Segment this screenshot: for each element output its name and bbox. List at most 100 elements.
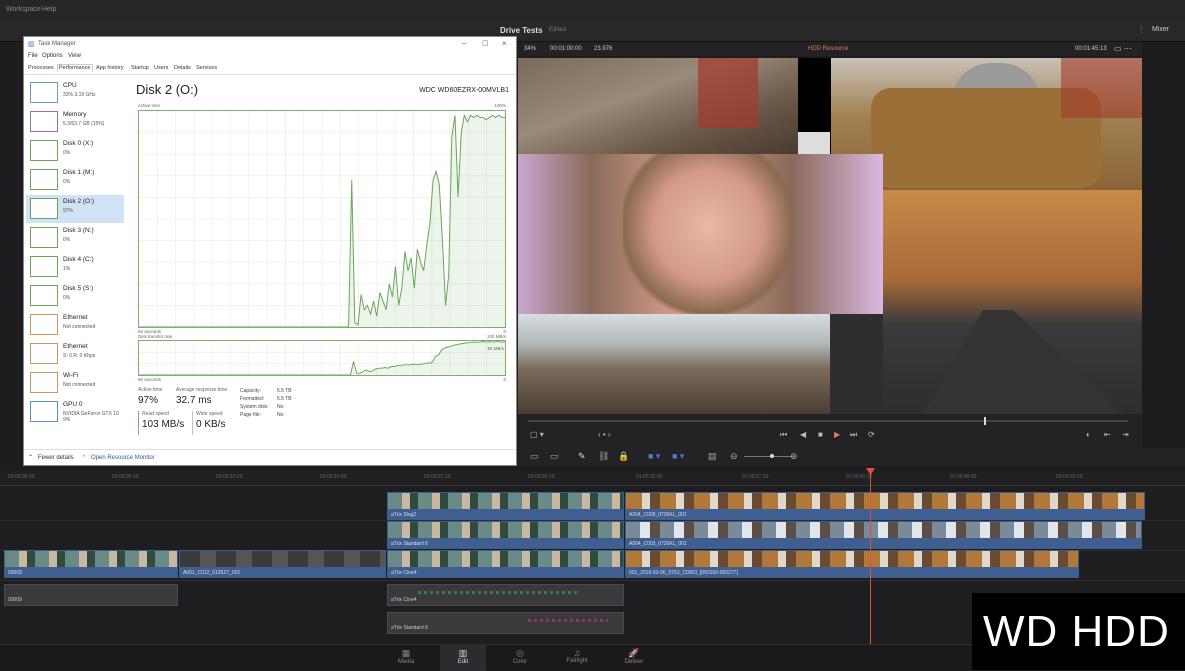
tab-startup[interactable]: Startup [131,65,149,71]
maximize-icon[interactable]: ▢ [482,39,489,47]
scrub-handle[interactable] [984,417,986,425]
lock-icon[interactable]: 🔒 [618,451,629,462]
tm-menu-options[interactable]: Options [42,53,63,59]
audio-clip[interactable]: 00009 [4,584,178,606]
layout-icon[interactable]: ▭ [530,451,539,462]
jog-icon[interactable]: ‹ • › [598,430,611,439]
flag-icon[interactable]: ■ ▾ [648,451,660,462]
graph2-xlabel: 60 seconds [138,377,162,382]
go-end-icon[interactable]: ⏭ [850,430,857,440]
prev-edit-icon[interactable]: ⇤ [1104,430,1111,439]
prop-value: 5.5 TB [277,396,292,402]
link-icon[interactable]: ⛓ [598,451,609,462]
tm-menu-file[interactable]: File [28,53,38,59]
viewer-canvas[interactable] [518,58,1142,414]
play-icon[interactable]: ▶ [834,430,840,439]
zoom-in-icon[interactable]: ⊕ [790,451,798,462]
ruler-tick: 01:00:48:00 [950,474,977,480]
sidebar-item[interactable]: CPU 33% 3.19 GHz [26,79,124,107]
deliver-icon: 🚀 [628,648,640,658]
audio-clip[interactable]: aTrix Standard 8 [387,612,624,634]
tab-processes[interactable]: Processes [28,65,54,71]
tab-performance[interactable]: Performance [57,64,93,72]
clip-label: A004_C009_0726KL_001 [629,512,687,518]
tab-services[interactable]: Services [196,65,217,71]
sidebar-item[interactable]: Disk 4 (C:) 1% [26,253,124,281]
sidebar-item[interactable]: Ethernet Not connected [26,311,124,339]
menu-workspace[interactable]: Workspace [6,6,41,13]
page-tab-color[interactable]: ◎ Color [497,645,543,671]
active-time-label: Active time [138,387,163,393]
tab-details[interactable]: Details [174,65,191,71]
razor-icon[interactable]: ✎ [578,451,586,462]
fewer-details-link[interactable]: Fewer details [38,455,74,461]
timeline-clip[interactable]: aTrix Standard 8 [387,521,624,549]
timeline-clip[interactable]: 00009 [4,550,178,578]
audio-clip[interactable]: aTrix Cine4 [387,584,624,606]
page-tab-media[interactable]: ▦ Media [383,645,429,671]
sidebar-item[interactable]: Disk 2 (O:) 97% [26,195,124,223]
sidebar-item[interactable]: Disk 1 (M:) 0% [26,166,124,194]
stop-icon[interactable]: ■ [818,430,823,439]
zoom-slider[interactable] [744,456,792,457]
timeline-clip[interactable]: A004_C009_0726KL_001 [625,492,1145,520]
audio-waveform [528,619,608,622]
zoom-level[interactable]: 34% [524,46,536,52]
clip-snowy-rocks [518,314,830,414]
ruler-tick: 01:00:26:20 [528,474,555,480]
zoom-slider-handle[interactable] [770,454,774,458]
clip-name[interactable]: HDD Resource [808,46,848,52]
media-icon: ▦ [401,648,411,658]
timeline-clip[interactable]: 001_2016-03-06_0762_C0003_[060150-060277… [625,550,1079,578]
prop-key: Capacity: [240,388,261,394]
sidebar-item[interactable]: Wi-Fi Not connected [26,369,124,397]
sidebar-item[interactable]: GPU 0 NVIDIA GeForce GTX 10 9% [26,398,124,426]
tm-menu-view[interactable]: View [68,53,81,59]
timeline-view-icon[interactable]: ▤ [708,451,717,462]
loop-icon[interactable]: ⟳ [868,430,875,439]
match-frame-icon[interactable]: ◐ [1086,430,1091,439]
menu-help[interactable]: Help [42,6,56,13]
page-tab-fairlight[interactable]: ♫ Fairlight [554,645,600,671]
timeline-ruler[interactable]: 01:00:00:00 01:00:05:10 01:00:10:20 01:0… [0,470,1185,486]
mixer-icon[interactable]: ⫶ [1140,25,1142,36]
tm-menubar: File Options View [24,51,516,63]
tab-users[interactable]: Users [154,65,168,71]
clip-thumbnails [388,522,623,539]
timeline-clip[interactable]: aTrix Slog2 [387,492,624,520]
viewer-options-icon[interactable]: ▭ ⋯ [1114,44,1132,53]
playhead[interactable] [870,470,871,644]
sidebar-item[interactable]: Disk 0 (X:) 0% [26,137,124,165]
page-tab-edit[interactable]: ▥ Edit [440,645,486,671]
scrub-bar[interactable] [528,420,1128,422]
chevron-up-icon[interactable]: ⌃ [28,454,33,461]
prop-value: 5.5 TB [277,388,292,394]
zoom-out-icon[interactable]: ⊖ [730,451,738,462]
go-start-icon[interactable]: ⏮ [780,430,787,440]
step-back-icon[interactable]: ◀ [800,430,806,439]
clip-view-icon[interactable]: ▭ [550,451,559,462]
sidebar-item-sub: Not connected [63,382,96,388]
audio-clip-label: 00009 [8,597,22,603]
active-time-value: 97% [138,395,159,406]
marker-icon[interactable]: ■ ▾ [672,451,684,462]
viewer-layout-icon[interactable]: ▢ ▾ [530,430,544,439]
ruler-tick: 01:00:16:00 [320,474,347,480]
sidebar-item[interactable]: Disk 3 (N:) 0% [26,224,124,252]
timeline-clip[interactable]: A004_C003_0726KL_001 [625,521,1142,549]
resource-monitor-link[interactable]: Open Resource Monitor [91,455,155,461]
sidebar-item[interactable]: Memory 5.3/63.7 GB (15%) [26,108,124,136]
tab-app-history[interactable]: App history [96,65,124,71]
mixer-button[interactable]: Mixer [1152,26,1169,33]
timeline-clip[interactable]: aTrix Cine4 [387,550,624,578]
close-icon[interactable]: × [502,39,507,48]
frame-rate: 23.976 [594,46,613,52]
minimize-icon[interactable]: – [462,39,466,48]
sidebar-item[interactable]: Disk 5 (S:) 0% [26,282,124,310]
white-strip [798,132,830,154]
sidebar-item[interactable]: Ethernet S: 0 R: 0 Kbps [26,340,124,368]
timeline-clip[interactable]: A001_C012_0126Z7_001 [179,550,386,578]
page-tab-deliver[interactable]: 🚀 Deliver [611,645,657,671]
graph2-label: Disk transfer rate [138,334,173,339]
next-edit-icon[interactable]: ⇥ [1122,430,1129,439]
